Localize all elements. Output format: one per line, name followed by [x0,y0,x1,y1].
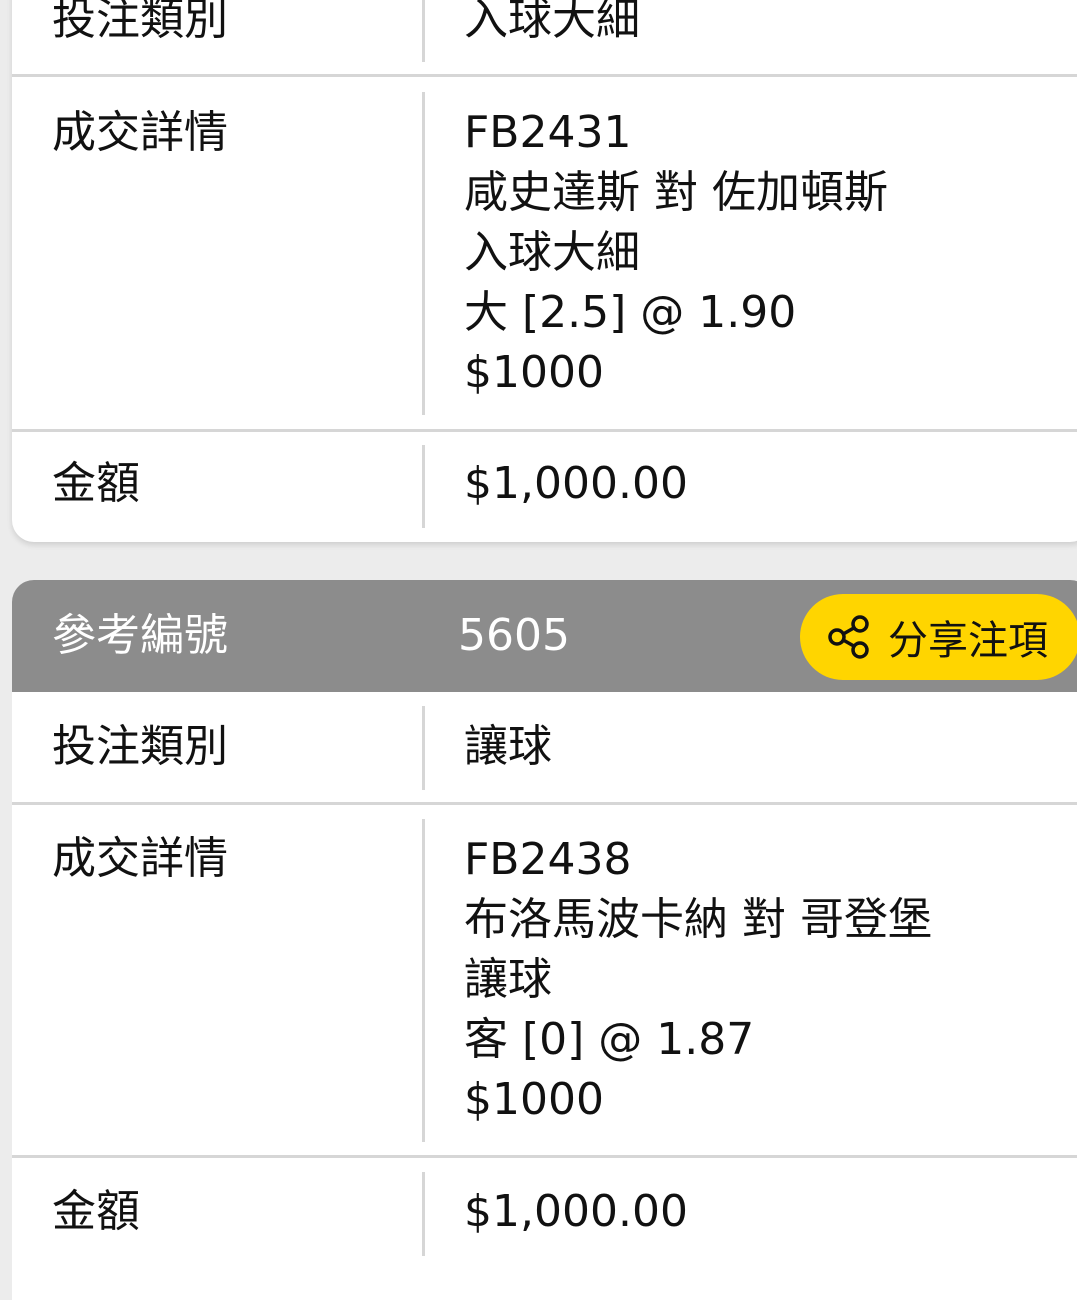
share-bet-label: 分享注項 [888,618,1048,664]
bet-type-label: 投注類別 [52,721,228,772]
share-icon [824,612,874,662]
pool-name: 入球大細 [464,227,640,278]
amount-value: $1,000.00 [464,458,688,509]
stake: $1000 [464,1074,604,1125]
details-label: 成交詳情 [52,107,228,158]
details-value: FB2431 咸史達斯 對 佐加頓斯 入球大細 大 [2.5] @ 1.90 $… [464,103,888,403]
share-bet-button[interactable]: 分享注項 [800,594,1077,680]
column-divider [422,819,425,1142]
column-divider [422,92,425,415]
bet-type-value: 入球大細 [464,0,640,45]
bet-type-row: 投注類別 讓球 [12,692,1077,802]
stake: $1000 [464,347,604,398]
bet-type-value: 讓球 [464,721,552,772]
reference-header: 參考編號 5605 分享注項 [12,580,1077,692]
column-divider [422,0,425,62]
details-row: 成交詳情 FB2438 布洛馬波卡納 對 哥登堡 讓球 客 [0] @ 1.87… [12,805,1077,1157]
pool-name: 讓球 [464,954,552,1005]
column-divider [422,445,425,528]
details-label: 成交詳情 [52,833,228,884]
selection-odds: 客 [0] @ 1.87 [464,1014,755,1065]
bet-type-label: 投注類別 [52,0,228,45]
event-code: FB2431 [464,107,632,158]
amount-row: 金額 $1,000.00 [12,432,1077,542]
selection-odds: 大 [2.5] @ 1.90 [464,287,797,338]
match-teams: 咸史達斯 對 佐加頓斯 [464,167,888,218]
match-teams: 布洛馬波卡納 對 哥登堡 [464,894,932,945]
event-code: FB2438 [464,834,632,885]
details-row: 成交詳情 FB2431 咸史達斯 對 佐加頓斯 入球大細 大 [2.5] @ 1… [12,77,1077,430]
bet-card-2: 參考編號 5605 分享注項 投注類別 讓球 成交詳情 FB2438 布洛馬波卡… [12,580,1077,1300]
bet-card-1: 投注類別 入球大細 成交詳情 FB2431 咸史達斯 對 佐加頓斯 入球大細 大… [12,0,1077,542]
bet-type-row: 投注類別 入球大細 [12,0,1077,78]
column-divider [422,706,425,790]
column-divider [422,1172,425,1256]
amount-row: 金額 $1,000.00 [12,1158,1077,1268]
amount-label: 金額 [52,1186,140,1237]
reference-number: 5605 [458,610,570,661]
reference-label: 參考編號 [52,610,228,661]
details-value: FB2438 布洛馬波卡納 對 哥登堡 讓球 客 [0] @ 1.87 $100… [464,830,932,1130]
amount-value: $1,000.00 [464,1186,688,1237]
amount-label: 金額 [52,458,140,509]
